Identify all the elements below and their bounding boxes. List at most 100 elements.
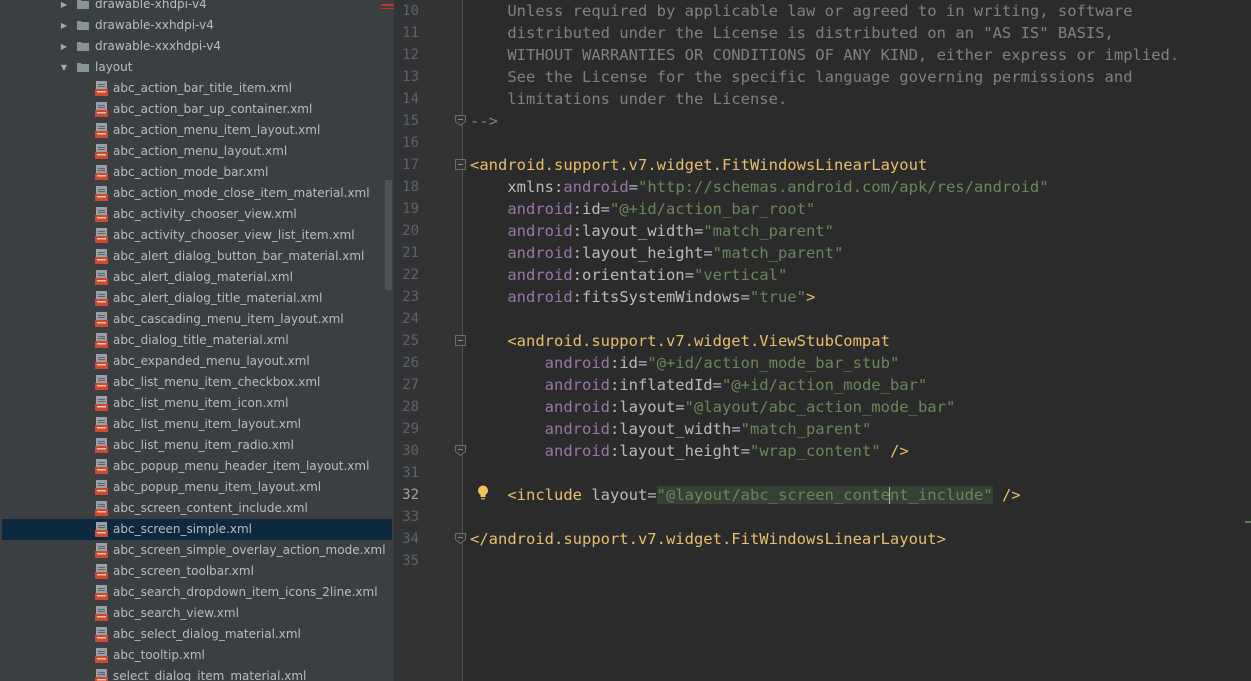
fold-end-icon[interactable] bbox=[455, 533, 466, 544]
tree-file-label: abc_search_view.xml bbox=[113, 606, 239, 620]
code-line[interactable]: <android.support.v7.widget.FitWindowsLin… bbox=[470, 154, 927, 176]
code-line[interactable]: Unless required by applicable law or agr… bbox=[470, 0, 1132, 22]
code-line[interactable]: distributed under the License is distrib… bbox=[470, 22, 1114, 44]
chevron-right-icon[interactable]: ▶ bbox=[59, 0, 69, 15]
tree-file-item[interactable]: abc_search_dropdown_item_icons_2line.xml bbox=[0, 582, 386, 603]
fold-end-icon[interactable] bbox=[455, 115, 466, 126]
code-token: = bbox=[731, 420, 741, 438]
tree-file-item[interactable]: select_dialog_item_material.xml bbox=[0, 666, 386, 681]
line-number: 30 bbox=[402, 443, 419, 459]
code-line[interactable]: android:layout_height="wrap_content" /> bbox=[470, 440, 909, 462]
code-token: android bbox=[544, 398, 610, 416]
code-line[interactable]: android:layout_width="match_parent" bbox=[470, 220, 834, 242]
tree-file-label: abc_action_mode_bar.xml bbox=[113, 165, 269, 179]
tree-file-item[interactable]: abc_action_mode_bar.xml bbox=[0, 162, 386, 183]
code-line[interactable]: <android.support.v7.widget.ViewStubCompa… bbox=[470, 330, 890, 352]
code-line[interactable]: android:layout_width="match_parent" bbox=[470, 418, 872, 440]
fold-collapse-icon[interactable] bbox=[455, 159, 466, 170]
code-token: android bbox=[563, 178, 629, 196]
tree-file-item[interactable]: abc_expanded_menu_layout.xml bbox=[0, 351, 386, 372]
line-number: 14 bbox=[402, 91, 419, 107]
line-number: 29 bbox=[402, 421, 419, 437]
tree-file-item[interactable]: abc_action_menu_item_layout.xml bbox=[0, 120, 386, 141]
tree-file-item[interactable]: abc_list_menu_item_checkbox.xml bbox=[0, 372, 386, 393]
code-line[interactable]: android:fitsSystemWindows="true"> bbox=[470, 286, 815, 308]
tree-file-item[interactable]: abc_screen_content_include.xml bbox=[0, 498, 386, 519]
chevron-right-icon[interactable]: ▶ bbox=[59, 36, 69, 57]
code-token: = bbox=[740, 442, 750, 460]
chevron-right-icon[interactable]: ▶ bbox=[59, 15, 69, 36]
fold-collapse-icon[interactable] bbox=[455, 335, 466, 346]
code-line[interactable]: android:orientation="vertical" bbox=[470, 264, 787, 286]
chevron-down-icon[interactable]: ▼ bbox=[59, 57, 69, 78]
line-number: 20 bbox=[402, 223, 419, 239]
tree-file-item[interactable]: abc_alert_dialog_material.xml bbox=[0, 267, 386, 288]
tree-folder-item[interactable]: ▼ layout bbox=[0, 57, 386, 78]
tree-file-item[interactable]: abc_activity_chooser_view_list_item.xml bbox=[0, 225, 386, 246]
tree-folder-label: drawable-xxxhdpi-v4 bbox=[95, 39, 221, 53]
project-tree-scrollbar[interactable] bbox=[385, 180, 392, 290]
lightbulb-icon[interactable] bbox=[476, 484, 490, 502]
code-line[interactable]: See the License for the specific languag… bbox=[470, 66, 1132, 88]
code-line[interactable]: xmlns:android="http://schemas.android.co… bbox=[470, 176, 1048, 198]
code-line[interactable]: limitations under the License. bbox=[470, 88, 787, 110]
tree-file-item[interactable]: abc_action_bar_up_container.xml bbox=[0, 99, 386, 120]
tree-file-item[interactable]: abc_popup_menu_item_layout.xml bbox=[0, 477, 386, 498]
code-line[interactable]: --> bbox=[470, 110, 498, 132]
code-line[interactable]: WITHOUT WARRANTIES OR CONDITIONS OF ANY … bbox=[470, 44, 1179, 66]
xml-file-icon bbox=[95, 417, 108, 432]
tree-file-item[interactable]: abc_search_view.xml bbox=[0, 603, 386, 624]
code-line[interactable]: <include layout="@layout/abc_screen_cont… bbox=[470, 484, 1021, 506]
code-token: <android.support.v7.widget.ViewStubCompa… bbox=[507, 332, 890, 350]
code-line[interactable]: android:inflatedId="@+id/action_mode_bar… bbox=[470, 374, 928, 396]
code-token: :id bbox=[609, 354, 638, 372]
code-line[interactable]: android:id="@+id/action_bar_root" bbox=[470, 198, 815, 220]
xml-file-icon bbox=[95, 375, 108, 390]
project-tree[interactable]: ▶ drawable-xhdpi-v4 ▶ drawable-xxhdpi-v4 ▶ dr… bbox=[0, 0, 394, 681]
tree-file-item[interactable]: abc_screen_toolbar.xml bbox=[0, 561, 386, 582]
tree-file-label: abc_list_menu_item_radio.xml bbox=[113, 438, 294, 452]
tree-file-label: abc_search_dropdown_item_icons_2line.xml bbox=[113, 585, 378, 599]
xml-file-icon bbox=[95, 312, 108, 327]
tree-file-item[interactable]: abc_list_menu_item_icon.xml bbox=[0, 393, 386, 414]
tree-file-item[interactable]: abc_list_menu_item_radio.xml bbox=[0, 435, 386, 456]
tree-file-item[interactable]: abc_screen_simple_overlay_action_mode.xm… bbox=[0, 540, 386, 561]
xml-file-icon bbox=[95, 81, 108, 96]
tree-file-item[interactable]: abc_dialog_title_material.xml bbox=[0, 330, 386, 351]
tree-folder-item[interactable]: ▶ drawable-xhdpi-v4 bbox=[0, 0, 386, 15]
code-line[interactable]: android:layout="@layout/abc_action_mode_… bbox=[470, 396, 956, 418]
line-number: 12 bbox=[402, 47, 419, 63]
code-line[interactable]: </android.support.v7.widget.FitWindowsLi… bbox=[470, 528, 946, 550]
tree-file-item[interactable]: abc_action_menu_layout.xml bbox=[0, 141, 386, 162]
tree-file-item[interactable]: abc_tooltip.xml bbox=[0, 645, 386, 666]
tree-file-item-selected[interactable]: abc_screen_simple.xml bbox=[2, 519, 392, 540]
xml-file-icon bbox=[95, 396, 108, 411]
tree-file-item[interactable]: abc_alert_dialog_button_bar_material.xml bbox=[0, 246, 386, 267]
code-token: = bbox=[637, 354, 648, 372]
code-token: = bbox=[740, 288, 750, 306]
xml-file-icon bbox=[95, 627, 108, 642]
tree-file-item[interactable]: abc_cascading_menu_item_layout.xml bbox=[0, 309, 386, 330]
fold-end-icon[interactable] bbox=[455, 445, 466, 456]
tree-file-item[interactable]: abc_list_menu_item_layout.xml bbox=[0, 414, 386, 435]
tree-file-item[interactable]: abc_select_dialog_material.xml bbox=[0, 624, 386, 645]
code-line[interactable]: android:layout_height="match_parent" bbox=[470, 242, 843, 264]
tree-file-item[interactable]: abc_activity_chooser_view.xml bbox=[0, 204, 386, 225]
xml-file-icon bbox=[95, 585, 108, 600]
code-token: "@layout/abc_screen_conte bbox=[656, 486, 890, 504]
tree-file-item[interactable]: abc_alert_dialog_title_material.xml bbox=[0, 288, 386, 309]
code-line[interactable]: android:id="@+id/action_mode_bar_stub" bbox=[470, 352, 900, 374]
xml-file-icon bbox=[95, 333, 108, 348]
tree-folder-item[interactable]: ▶ drawable-xxxhdpi-v4 bbox=[0, 36, 386, 57]
code-token: = bbox=[600, 200, 610, 218]
tree-file-item[interactable]: abc_popup_menu_header_item_layout.xml bbox=[0, 456, 386, 477]
tree-folder-item[interactable]: ▶ drawable-xxhdpi-v4 bbox=[0, 15, 386, 36]
tree-file-label: select_dialog_item_material.xml bbox=[113, 669, 307, 681]
tree-file-item[interactable]: abc_action_mode_close_item_material.xml bbox=[0, 183, 386, 204]
code-token: android bbox=[507, 288, 573, 306]
tree-file-item[interactable]: abc_action_bar_title_item.xml bbox=[0, 78, 386, 99]
